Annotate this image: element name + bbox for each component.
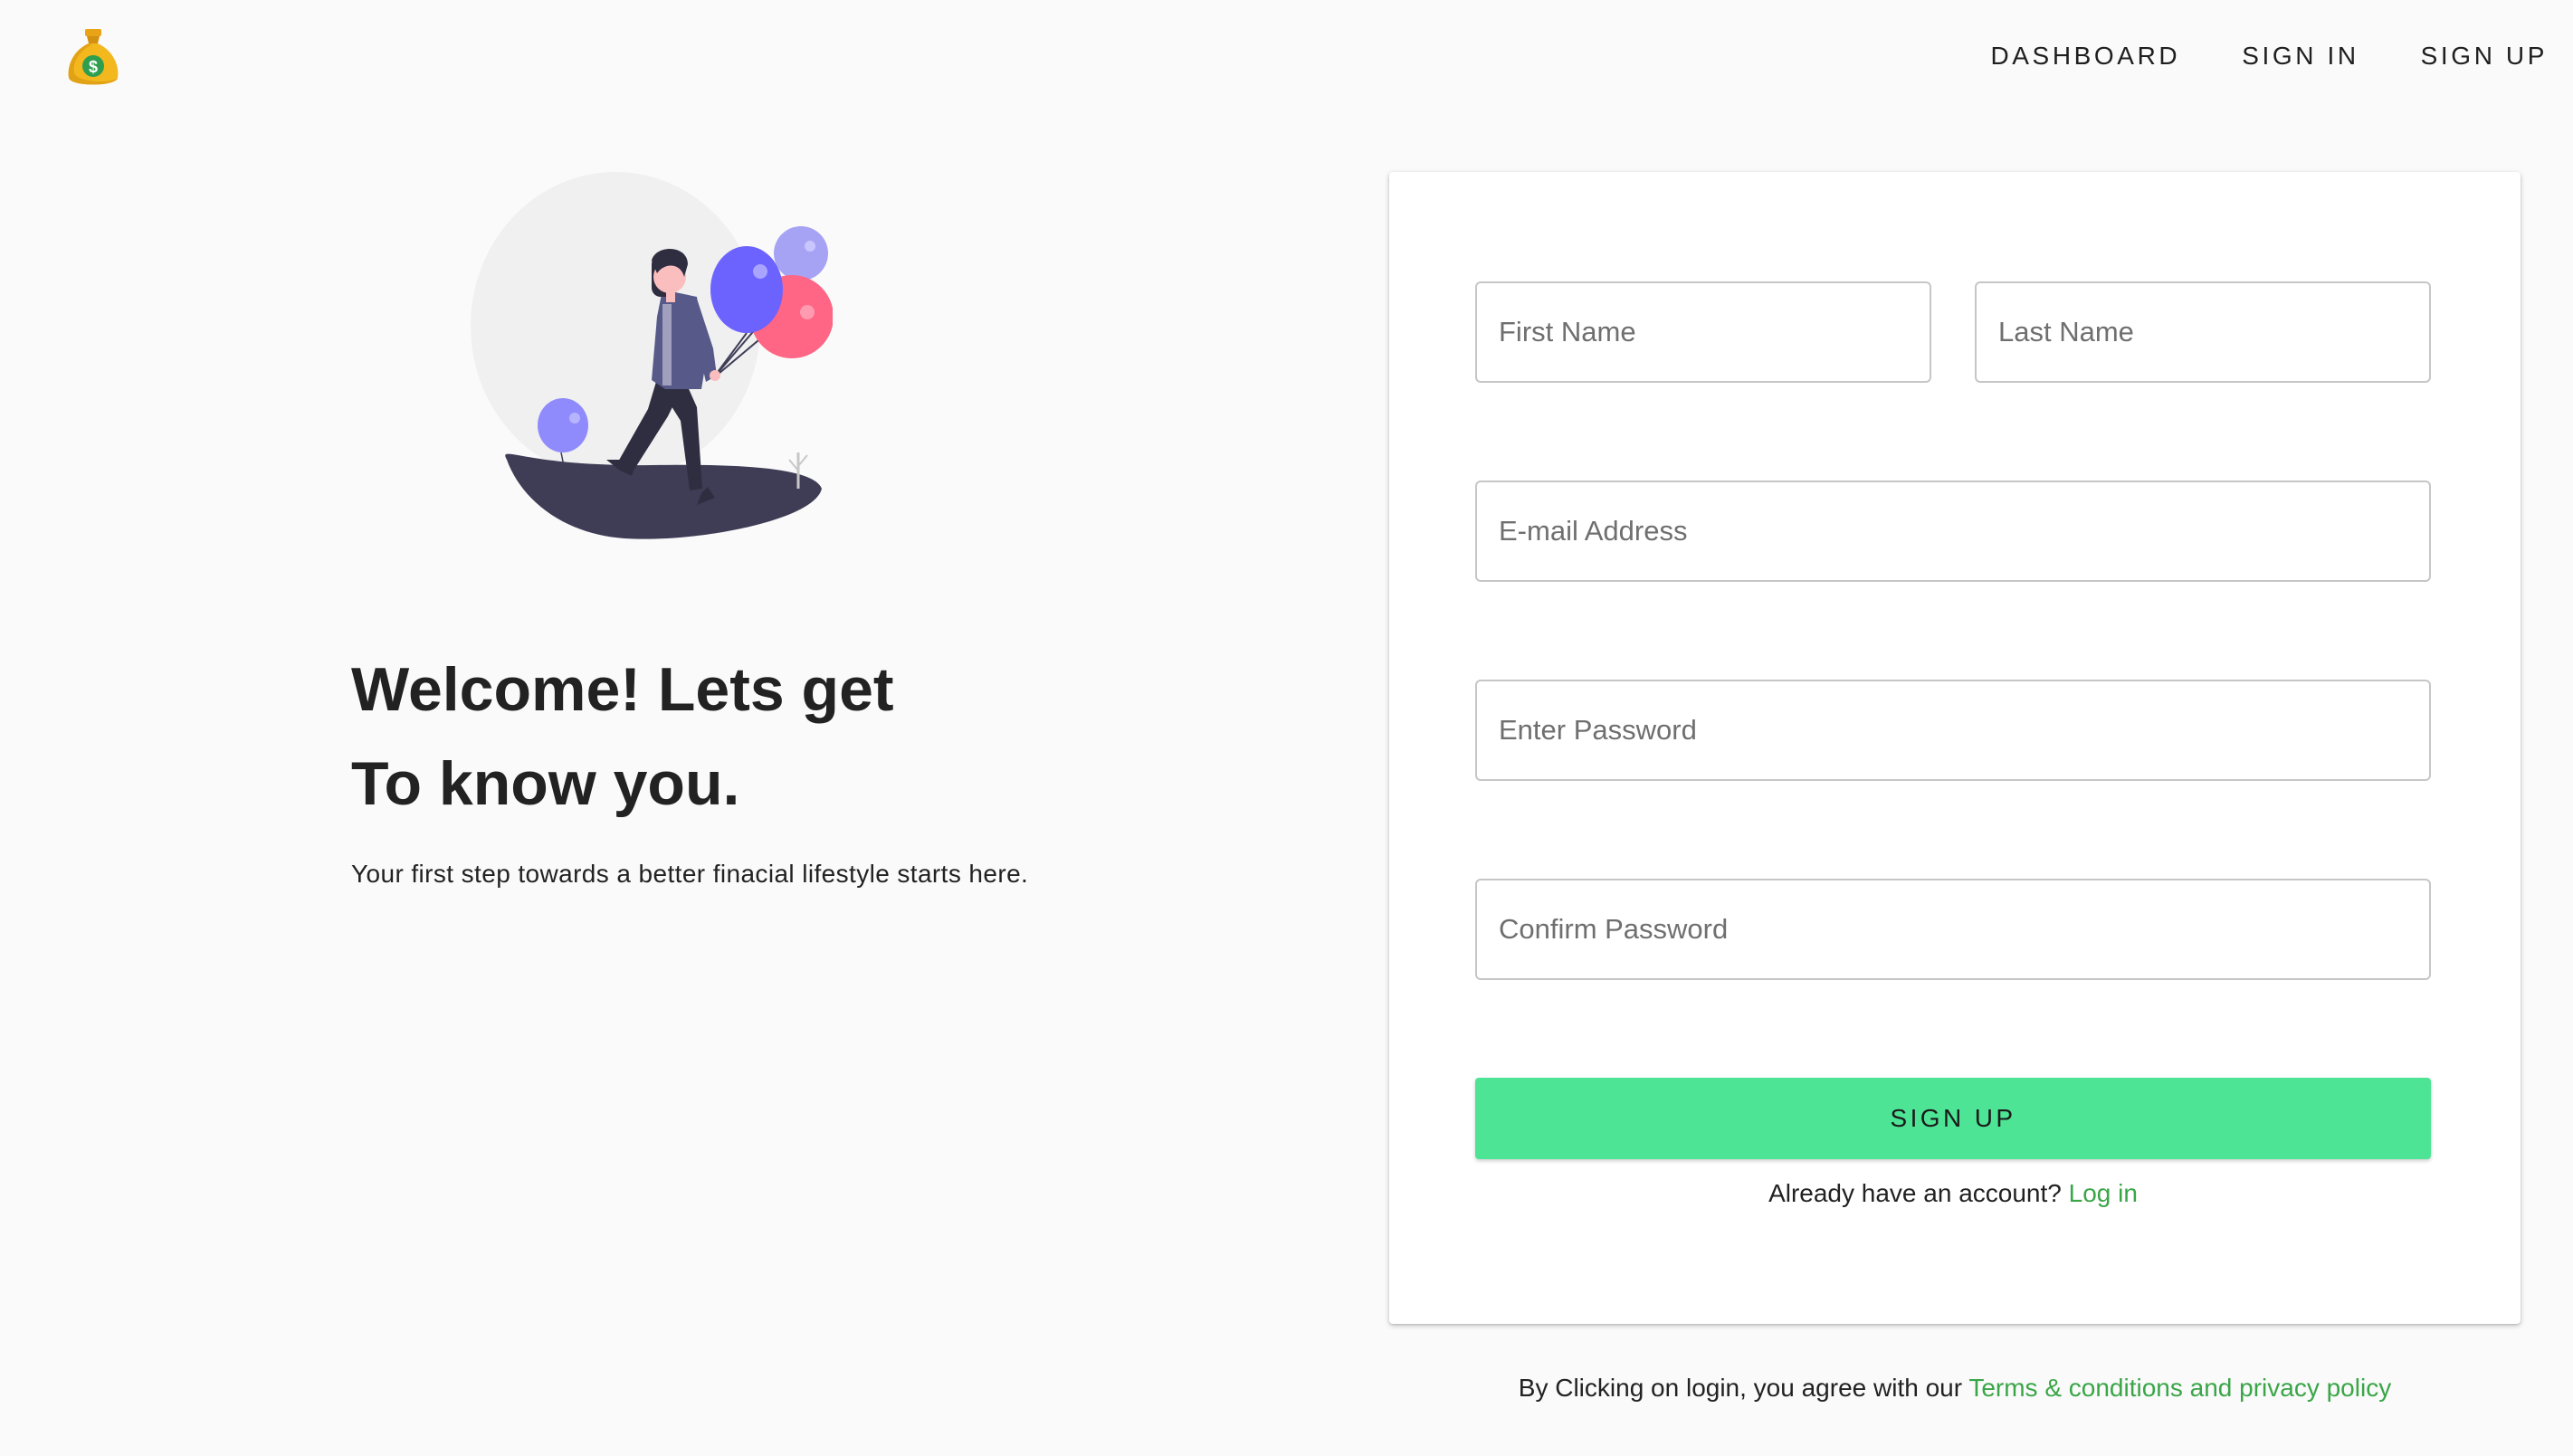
terms-link[interactable]: Terms & conditions and privacy policy	[1968, 1374, 2391, 1402]
first-name-input[interactable]	[1499, 316, 1930, 348]
nav-sign-up-link[interactable]: SIGN UP	[2421, 42, 2548, 71]
already-have-account-text: Already have an account?	[1768, 1179, 2062, 1207]
last-name-field[interactable]	[1975, 281, 2431, 383]
welcome-heading: Welcome! Lets get To know you.	[351, 642, 894, 831]
money-bag-icon[interactable]: $	[65, 27, 121, 89]
nav-sign-in-link[interactable]: SIGN IN	[2242, 42, 2359, 71]
tagline-text: Your first step towards a better finacia…	[351, 860, 1029, 888]
confirm-password-field[interactable]	[1475, 879, 2431, 980]
terms-notice-text: By Clicking on login, you agree with our	[1518, 1374, 1963, 1402]
first-name-field[interactable]	[1475, 281, 1931, 383]
welcome-heading-line1: Welcome! Lets get	[351, 655, 894, 724]
email-input[interactable]	[1499, 515, 2429, 547]
confirm-password-input[interactable]	[1499, 913, 2429, 946]
log-in-link[interactable]: Log in	[2069, 1179, 2138, 1207]
email-field[interactable]	[1475, 481, 2431, 582]
sign-up-button[interactable]: SIGN UP	[1475, 1078, 2431, 1159]
welcome-heading-line2: To know you.	[351, 749, 740, 818]
already-have-account: Already have an account? Log in	[1389, 1179, 2517, 1208]
svg-text:$: $	[89, 58, 98, 76]
woman-with-balloons-illustration	[471, 172, 833, 539]
password-input[interactable]	[1499, 714, 2429, 747]
password-field[interactable]	[1475, 680, 2431, 781]
page: $ DASHBOARD SIGN IN SIGN UP Welcome! Let…	[0, 0, 2573, 1456]
top-nav: DASHBOARD SIGN IN SIGN UP	[1990, 42, 2548, 71]
nav-dashboard-link[interactable]: DASHBOARD	[1990, 42, 2180, 71]
terms-notice: By Clicking on login, you agree with our…	[1389, 1374, 2521, 1403]
signup-card: SIGN UP Already have an account? Log in	[1389, 172, 2521, 1324]
last-name-input[interactable]	[1998, 316, 2429, 348]
